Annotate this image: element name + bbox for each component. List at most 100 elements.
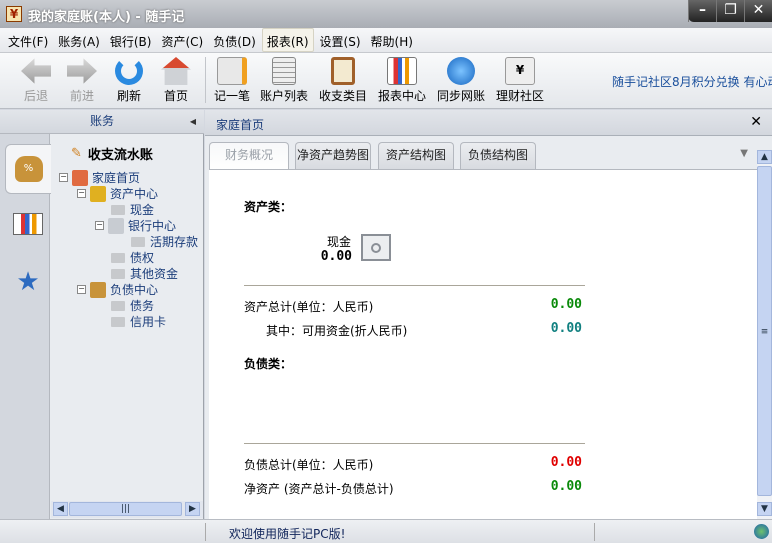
menu-reports[interactable]: 报表(R) (261, 28, 314, 52)
app-yen-icon: ¥ (6, 6, 22, 22)
record-label: 记一笔 (213, 89, 250, 103)
tab-liability-structure[interactable]: 负债结构图 (460, 142, 536, 169)
tree-item-liabilities-center[interactable]: − 负债中心 (77, 281, 158, 298)
close-panel-icon[interactable]: ✕ (750, 114, 762, 130)
star-tab-icon[interactable]: ★ (5, 260, 51, 304)
tree-label: 活期存款 (150, 235, 199, 249)
asset-total-value: 0.00 (550, 297, 582, 312)
clipboard-icon (331, 57, 355, 85)
status-bar: 欢迎使用随手记PC版! (0, 519, 772, 543)
tree-item-cash[interactable]: 现金 (111, 201, 154, 218)
tree-label: 负债中心 (110, 283, 159, 297)
menu-liabilities[interactable]: 负债(D) (209, 28, 260, 52)
collapse-icon[interactable]: ◀ (190, 110, 196, 133)
tab-overview[interactable]: 财务概况 (209, 142, 289, 170)
tree-label: 其他资金 (130, 267, 179, 281)
report-center-button[interactable]: 报表中心 (374, 57, 430, 104)
refresh-icon (115, 57, 143, 85)
cash-card-icon[interactable] (361, 234, 391, 261)
collapse-toggle[interactable]: − (77, 285, 86, 294)
categories-button[interactable]: 收支类目 (315, 57, 371, 104)
folder-icon (111, 252, 125, 263)
menu-accounts[interactable]: 账务(A) (54, 28, 104, 52)
tree-item-demand-deposit[interactable]: 活期存款 (131, 233, 198, 250)
tree-label: 债权 (130, 251, 155, 265)
menu-bar: 文件(F) 账务(A) 银行(B) 资产(C) 负债(D) 报表(R) 设置(S… (0, 28, 772, 53)
tree-label: 信用卡 (130, 315, 167, 329)
folder-icon (111, 300, 125, 311)
report-board-icon (387, 57, 417, 85)
scroll-right-button[interactable]: ▶ (185, 502, 200, 516)
vertical-scrollbar[interactable]: ▲ ≡ ▼ (757, 150, 772, 519)
menu-help[interactable]: 帮助(H) (367, 28, 417, 52)
tree-item-assets-center[interactable]: − 资产中心 (77, 185, 158, 202)
asset-total-label: 资产总计(单位：人民币) (244, 300, 374, 314)
tree-item-claims[interactable]: 债权 (111, 249, 154, 266)
tree-label: 现金 (130, 203, 155, 217)
categories-label: 收支类目 (318, 89, 367, 103)
liability-total-value: 0.00 (550, 455, 582, 470)
horizontal-scrollbar[interactable]: ◀ ||| ▶ (51, 501, 203, 518)
promo-link[interactable]: 随手记社区8月积分兑换 有心动 (612, 73, 772, 90)
tree-item-credit-card[interactable]: 信用卡 (111, 313, 166, 330)
tab-asset-structure[interactable]: 资产结构图 (378, 142, 454, 169)
available-funds-label: 其中：可用资金(折人民币) (266, 324, 408, 338)
tree-item-bank-center[interactable]: − 银行中心 (95, 217, 176, 234)
toolbar: 后退 前进 刷新 首页 记一笔 账户列表 收支类目 报表中心 同步网账 ¥ 理财社… (0, 53, 772, 109)
record-button[interactable]: 记一笔 (204, 57, 260, 104)
tab-net-asset-trend[interactable]: 净资产趋势图 (295, 142, 371, 169)
menu-bank[interactable]: 银行(B) (106, 28, 156, 52)
left-panel: 账务 ◀ % ★ ✎ 收支流水账 − 家庭首页 − 资产中心 现金 − 银行中心 活期存… (0, 110, 204, 519)
tree-label: 债务 (130, 299, 155, 313)
main-panel-header: 家庭首页 ✕ (205, 110, 772, 136)
menu-assets[interactable]: 资产(C) (157, 28, 207, 52)
collapse-toggle[interactable]: − (77, 189, 86, 198)
account-list-button[interactable]: 账户列表 (256, 57, 312, 104)
cash-label: 现金 (327, 235, 352, 249)
community-button[interactable]: ¥ 理财社区 (492, 57, 548, 104)
restore-button[interactable]: ❐ (716, 0, 744, 22)
cash-value: 0.00 (320, 249, 352, 264)
sync-button[interactable]: 同步网账 (433, 57, 489, 104)
home-button[interactable]: 首页 (148, 57, 204, 104)
tab-dropdown-icon[interactable]: ▼ (740, 148, 748, 159)
menu-settings[interactable]: 设置(S) (316, 28, 365, 52)
tree-item-home[interactable]: − 家庭首页 (59, 169, 140, 186)
close-button[interactable]: ✕ (744, 0, 772, 22)
back-arrow-icon (21, 58, 51, 84)
report-board-tab-icon[interactable] (5, 202, 51, 246)
title-bar: ¥ 我的家庭账(本人) - 随手记 – ❐ ✕ (0, 0, 772, 28)
community-label: 理财社区 (495, 89, 544, 103)
scroll-down-button[interactable]: ▼ (757, 502, 772, 516)
minimize-button[interactable]: – (688, 0, 716, 22)
net-assets-value: 0.00 (550, 479, 582, 494)
ledger-title[interactable]: ✎ 收支流水账 (71, 144, 153, 163)
scroll-thumb[interactable]: ||| (69, 502, 182, 516)
liabilities-heading: 负债类： (244, 357, 293, 371)
menu-file[interactable]: 文件(F) (4, 28, 52, 52)
collapse-toggle[interactable]: − (95, 221, 104, 230)
report-center-label: 报表中心 (377, 89, 426, 103)
net-assets-label: 净资产 (资产总计-负债总计) (244, 482, 394, 496)
left-panel-header: 账务 ◀ (0, 110, 204, 134)
tree-label: 资产中心 (110, 187, 159, 201)
main-panel: 家庭首页 ✕ 财务概况 净资产趋势图 资产结构图 负债结构图 ▼ 资产类： 现金… (205, 110, 772, 519)
overview-content: 资产类： 现金 0.00 资产总计(单位：人民币) 0.00 其中：可用资金(折… (209, 169, 757, 519)
bank-icon (108, 217, 124, 234)
money-bag-tab-icon[interactable]: % (5, 144, 51, 194)
divider (244, 285, 585, 286)
scroll-left-button[interactable]: ◀ (53, 502, 68, 516)
tree-label: 家庭首页 (92, 171, 141, 185)
gold-coins-icon (90, 185, 106, 202)
collapse-toggle[interactable]: − (59, 173, 68, 182)
globe-icon[interactable] (754, 524, 769, 539)
tree-item-debts[interactable]: 债务 (111, 297, 154, 314)
vertical-tabs: % ★ (0, 134, 51, 519)
forward-arrow-icon (67, 58, 97, 84)
assets-heading: 资产类： (244, 200, 293, 214)
scroll-thumb[interactable]: ≡ (757, 166, 772, 496)
window-title: 我的家庭账(本人) - 随手记 (28, 10, 185, 25)
scroll-up-button[interactable]: ▲ (757, 150, 772, 164)
tree-item-other-funds[interactable]: 其他资金 (111, 265, 178, 282)
folder-icon (131, 236, 145, 247)
